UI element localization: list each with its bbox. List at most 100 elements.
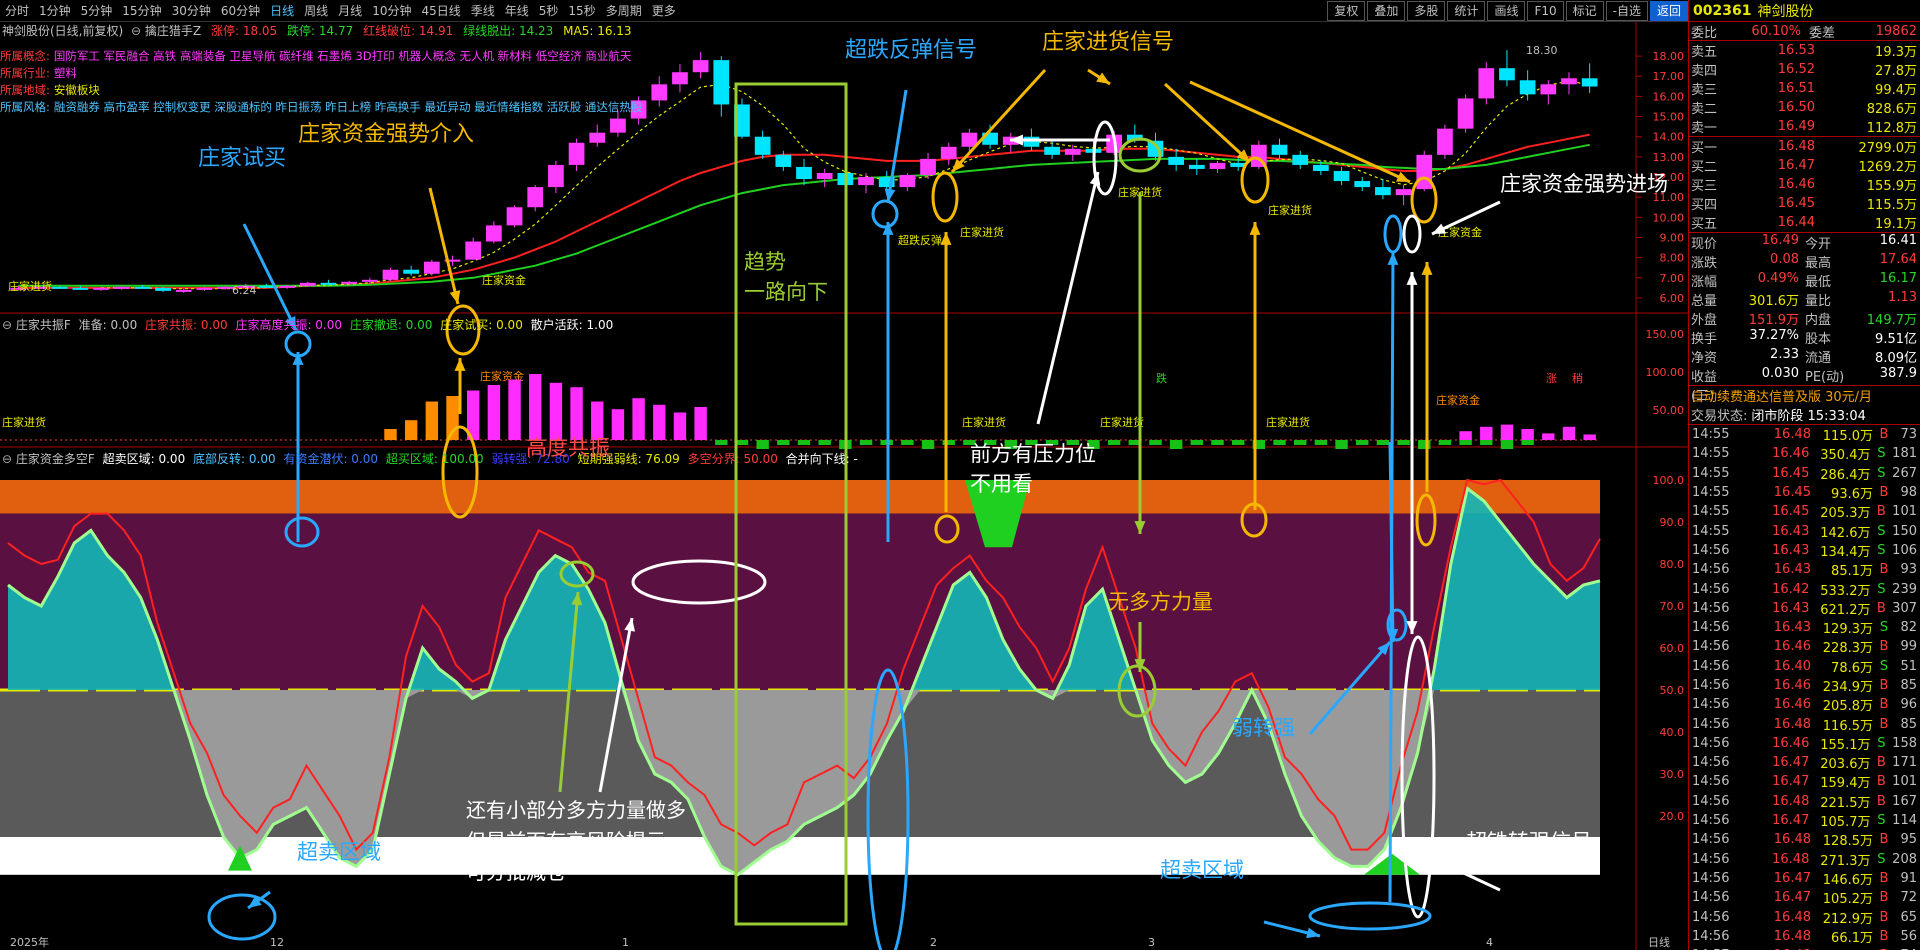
period-tab[interactable]: 5分钟 <box>76 2 118 19</box>
tick-price: 16.45 <box>1772 465 1810 481</box>
date-label: 2 <box>930 936 937 949</box>
candle[interactable] <box>1354 177 1371 192</box>
candle[interactable] <box>1457 94 1474 133</box>
toolbar-button[interactable]: 统计 <box>1447 1 1486 21</box>
chart-area[interactable]: 18.00 17.00 16.00 15.00 14.00 13.00 12.00 11.00… <box>0 22 1688 950</box>
candle[interactable] <box>796 158 812 186</box>
retreat-bar <box>1356 440 1369 445</box>
toolbar-button[interactable]: 标记 <box>1565 1 1604 21</box>
period-tab[interactable]: 更多 <box>647 2 681 19</box>
candle[interactable] <box>568 138 585 171</box>
candle[interactable] <box>320 279 337 285</box>
candle[interactable] <box>1002 132 1019 153</box>
ad-banner[interactable]: 自动续费通达信普及版 30元/月 <box>1689 386 1920 405</box>
candle[interactable] <box>1271 138 1288 159</box>
candle[interactable] <box>423 259 440 276</box>
tick-side: B <box>1879 890 1889 906</box>
candle[interactable] <box>1395 185 1412 206</box>
indicator-name[interactable]: 擒庄猎手Z <box>145 24 201 38</box>
tick-side: S <box>1879 658 1889 674</box>
mid-indicator-name[interactable]: 庄家共振F <box>16 318 71 332</box>
candle[interactable] <box>1561 72 1577 95</box>
candle[interactable] <box>1292 150 1309 169</box>
period-tab[interactable]: 15分钟 <box>117 2 166 19</box>
candle[interactable] <box>486 221 502 244</box>
retreat-bar <box>777 440 790 445</box>
candle[interactable] <box>548 160 564 194</box>
arrow-head <box>1406 272 1418 285</box>
period-tab[interactable]: 10分钟 <box>367 2 416 19</box>
asks-price: 16.50 <box>1777 100 1815 115</box>
resonance-bar <box>1500 424 1514 440</box>
retreat-bar <box>1376 440 1390 445</box>
collapse-icon[interactable]: ⊖ <box>2 452 12 466</box>
period-tab[interactable]: 日线 <box>265 2 299 19</box>
candle[interactable] <box>1581 63 1598 93</box>
candle[interactable] <box>1478 62 1495 105</box>
candle[interactable] <box>506 205 523 228</box>
toolbar-button[interactable]: 叠加 <box>1367 1 1406 21</box>
tick-count: 267 <box>1892 465 1917 481</box>
candle[interactable] <box>1519 70 1536 101</box>
quote-name: 神剑股份 <box>1757 3 1814 20</box>
candle[interactable] <box>403 265 420 276</box>
toolbar-button[interactable]: 返回 <box>1649 1 1688 21</box>
candle[interactable] <box>1437 124 1453 159</box>
period-tab[interactable]: 45日线 <box>416 2 465 19</box>
period-tab[interactable]: 分时 <box>0 2 34 19</box>
concept-row: 所属概念: 国防军工 军民融合 高铁 高端装备 卫星导航 碳纤维 石墨烯 3D打印… <box>0 48 642 65</box>
candle[interactable] <box>754 130 771 159</box>
candle[interactable] <box>258 283 275 288</box>
weibi-label: 委比 <box>1691 25 1718 41</box>
period-tab[interactable]: 月线 <box>333 2 367 19</box>
candle[interactable] <box>692 52 709 79</box>
red-break-value: 红线破位: 14.91 <box>363 24 454 38</box>
period-tab[interactable]: 15秒 <box>563 2 600 19</box>
toolbar-button[interactable]: -自选 <box>1605 1 1648 21</box>
candle[interactable] <box>589 124 606 147</box>
tick-count: 98 <box>1900 485 1917 501</box>
period-tab[interactable]: 季线 <box>466 2 500 19</box>
candle[interactable] <box>382 267 399 281</box>
candle[interactable] <box>816 168 833 188</box>
collapse-icon[interactable]: ⊖ <box>2 318 12 332</box>
candle[interactable] <box>858 172 874 194</box>
tick-row: 14:55 16.45 93.6万 B 98 <box>1689 483 1920 502</box>
candle[interactable] <box>899 172 916 192</box>
period-tab[interactable]: 周线 <box>299 2 333 19</box>
period-tab[interactable]: 年线 <box>500 2 534 19</box>
toolbar-button[interactable]: F10 <box>1527 1 1564 21</box>
candle[interactable] <box>1499 50 1515 87</box>
candle[interactable] <box>1188 158 1205 175</box>
period-tab[interactable]: 30分钟 <box>167 2 216 19</box>
weibi-row: 委比 60.10% 委差 19862 <box>1689 22 1920 41</box>
mid-item: 准备: 0.00 <box>78 318 138 332</box>
candle[interactable] <box>672 64 688 93</box>
candle[interactable] <box>1375 179 1391 200</box>
toolbar-button[interactable]: 复权 <box>1327 1 1366 21</box>
status-label: 交易状态: <box>1691 409 1748 424</box>
period-tab[interactable]: 60分钟 <box>216 2 265 19</box>
asks-volume: 27.8万 <box>1875 64 1917 79</box>
candle[interactable] <box>1064 144 1081 161</box>
candle[interactable] <box>1416 150 1433 192</box>
toolbar-button[interactable]: 画线 <box>1487 1 1526 21</box>
period-tab[interactable]: 5秒 <box>534 2 564 19</box>
candle[interactable] <box>527 185 544 212</box>
low-indicator-name[interactable]: 庄家资金多空F <box>16 452 95 466</box>
concept-label: 所属行业: <box>0 66 50 80</box>
candle[interactable] <box>940 142 957 165</box>
period-tab[interactable]: 1分钟 <box>34 2 76 19</box>
candle[interactable] <box>175 288 192 294</box>
candle[interactable] <box>1333 166 1350 186</box>
collapse-icon[interactable]: ⊖ <box>131 24 141 38</box>
candle[interactable] <box>651 76 668 107</box>
period-tab[interactable]: 多周期 <box>601 2 647 19</box>
tick-price: 16.43 <box>1772 542 1810 558</box>
candle[interactable] <box>1209 160 1226 173</box>
candle[interactable] <box>465 237 482 260</box>
tick-count: 101 <box>1892 774 1917 790</box>
stats-row: 涨幅 0.49% 最低 16.17 <box>1689 271 1920 290</box>
toolbar-button[interactable]: 多股 <box>1407 1 1446 21</box>
candle[interactable] <box>713 56 730 117</box>
